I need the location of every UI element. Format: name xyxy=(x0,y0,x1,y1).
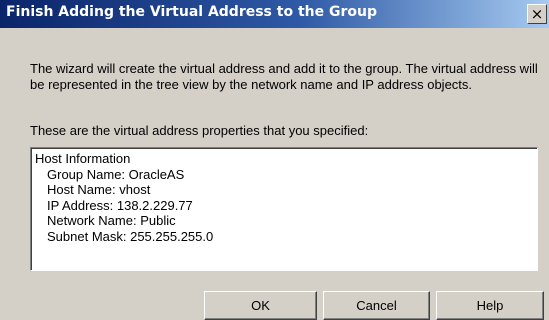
properties-heading: Host Information xyxy=(35,151,131,166)
ok-button[interactable]: OK xyxy=(204,291,317,320)
close-button[interactable]: × xyxy=(527,4,547,24)
properties-caption: These are the virtual address properties… xyxy=(30,123,369,138)
property-subnet-mask: Subnet Mask: 255.255.255.0 xyxy=(47,228,214,244)
property-host-name: Host Name: vhost xyxy=(47,182,151,197)
cancel-button[interactable]: Cancel xyxy=(323,291,430,320)
wizard-dialog: Finish Adding the Virtual Address to the… xyxy=(0,0,549,320)
help-button[interactable]: Help xyxy=(436,291,544,320)
properties-summary-box[interactable]: Host Information Group Name: OracleAS Ho… xyxy=(30,147,538,271)
close-icon: × xyxy=(530,4,544,23)
property-group-name: Group Name: OracleAS xyxy=(47,166,185,182)
intro-text: The wizard will create the virtual addre… xyxy=(30,61,538,92)
dialog-title: Finish Adding the Virtual Address to the… xyxy=(6,4,377,20)
property-network-name: Network Name: Public xyxy=(47,213,176,228)
title-bar[interactable]: Finish Adding the Virtual Address to the… xyxy=(0,0,549,28)
property-ip-address: IP Address: 138.2.229.77 xyxy=(47,197,193,213)
